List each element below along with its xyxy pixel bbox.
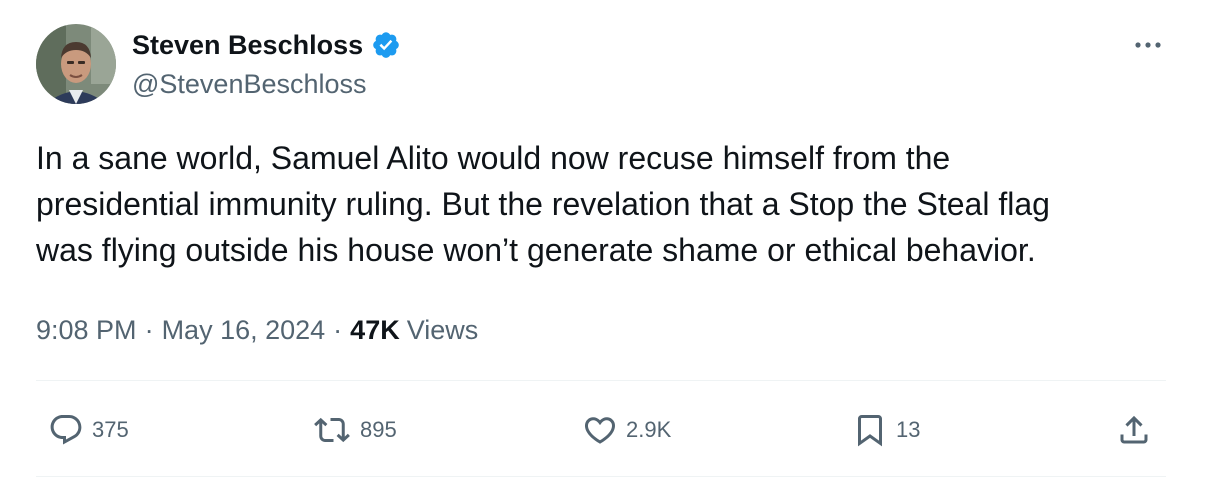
repost-icon [314,417,350,443]
author-display-name[interactable]: Steven Beschloss [132,26,363,64]
author-name-row: Steven Beschloss [132,26,401,64]
repost-count: 895 [360,417,397,442]
heart-icon [584,417,616,444]
reply-count: 375 [92,417,129,442]
tweet-date[interactable]: May 16, 2024 [162,315,326,346]
author-handle[interactable]: @StevenBeschloss [132,66,367,102]
reply-icon [50,415,82,445]
divider [36,380,1166,381]
views-count[interactable]: 47K [350,315,400,346]
meta-separator: · [333,314,343,345]
tweet-time[interactable]: 9:08 PM [36,315,137,346]
more-options-button[interactable] [1128,30,1168,60]
share-icon [1120,415,1148,444]
meta-separator: · [144,314,154,345]
reply-button[interactable]: 375 [48,410,129,450]
tweet-meta: 9:08 PM · May 16, 2024 · 47K Views [36,310,478,350]
like-button[interactable]: 2.9K [582,410,671,450]
bookmark-icon [858,415,882,447]
like-count: 2.9K [626,417,672,442]
views-label[interactable]: Views [407,315,479,346]
divider [36,476,1166,477]
avatar[interactable] [36,24,116,104]
bookmark-button[interactable]: 13 [852,410,920,450]
tweet-text: In a sane world, Samuel Alito would now … [36,140,1050,268]
verified-badge-icon[interactable] [371,30,401,60]
more-icon [1135,42,1161,48]
avatar-image [36,24,116,104]
bookmark-count: 13 [896,417,921,442]
repost-button[interactable]: 895 [312,410,397,450]
share-button[interactable] [1116,410,1152,450]
